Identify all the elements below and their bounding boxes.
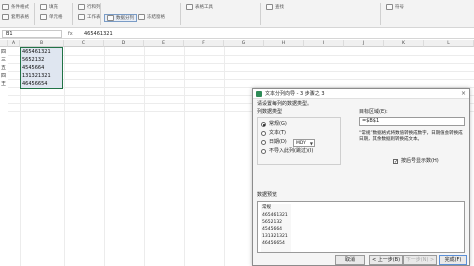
column-type-label: 列数据类型 bbox=[257, 109, 283, 115]
finish-button[interactable]: 完成(F) bbox=[439, 255, 467, 265]
show-numbers-label: 按后号显示数(H) bbox=[401, 158, 439, 164]
ribbon-divider bbox=[380, 3, 381, 25]
ribbon-divider bbox=[180, 3, 181, 25]
preview-row: 465461321 bbox=[262, 213, 288, 218]
formula-input[interactable]: 465461321 bbox=[84, 30, 472, 38]
ribbon-icon bbox=[186, 4, 193, 10]
ribbon-button-10[interactable]: 符号 bbox=[386, 4, 404, 10]
ribbon-button-2[interactable]: 套用表格 bbox=[2, 14, 29, 20]
ribbon-button-8[interactable]: 表格工具 bbox=[186, 4, 213, 10]
dialog-title: 文本分列向导 - 3 步骤之 3 bbox=[265, 91, 325, 97]
text-to-columns-dialog: 文本分列向导 - 3 步骤之 3 × 请设置每列的数据类型。 列数据类型 常规(… bbox=[252, 88, 470, 266]
ribbon-icon bbox=[138, 14, 145, 20]
prev-button[interactable]: < 上一步(B) bbox=[369, 255, 403, 265]
radio-general[interactable] bbox=[261, 122, 266, 127]
ribbon-button-4[interactable]: 单元格 bbox=[40, 14, 63, 20]
table-cell[interactable]: 5652132 bbox=[22, 56, 62, 64]
row-label: 四 bbox=[1, 49, 7, 55]
chevron-down-icon: ▼ bbox=[309, 141, 313, 146]
column-header-h[interactable]: H bbox=[264, 40, 304, 47]
radio-date-label: 日期(D) bbox=[269, 139, 287, 145]
table-cell[interactable]: 465461321 bbox=[22, 48, 62, 56]
row-label: 三 bbox=[1, 57, 7, 63]
cancel-button[interactable]: 取消 bbox=[335, 255, 365, 265]
date-format-select[interactable]: MDY ▼ bbox=[293, 139, 315, 147]
grid-line bbox=[8, 79, 474, 80]
radio-general-label: 常规(G) bbox=[269, 121, 287, 127]
column-header-b[interactable]: B bbox=[20, 40, 64, 47]
column-header-l[interactable]: L bbox=[424, 40, 474, 47]
target-label: 目标区域(E): bbox=[359, 109, 388, 115]
table-cell[interactable]: 46456654 bbox=[22, 80, 62, 88]
dialog-title-bar: 文本分列向导 - 3 步骤之 3 × bbox=[253, 89, 469, 99]
table-cell[interactable]: 131321321 bbox=[22, 72, 62, 80]
column-header-k[interactable]: K bbox=[384, 40, 424, 47]
ribbon-icon bbox=[78, 14, 85, 20]
ribbon-divider bbox=[72, 3, 73, 25]
preview-header: 常规 bbox=[262, 205, 271, 210]
close-icon[interactable]: × bbox=[461, 89, 466, 99]
show-numbers-checkbox[interactable]: ✓ bbox=[393, 159, 398, 165]
corner-header[interactable] bbox=[0, 40, 8, 47]
preview-row: 5652132 bbox=[262, 220, 283, 225]
name-box[interactable]: B1 bbox=[2, 30, 62, 38]
radio-text[interactable] bbox=[261, 131, 266, 136]
column-header-e[interactable]: E bbox=[144, 40, 184, 47]
column-header-j[interactable]: J bbox=[344, 40, 384, 47]
fx-label: fx bbox=[68, 31, 73, 37]
data-preview[interactable]: 常规 465461321 5652132 4545664 131321321 4… bbox=[257, 201, 465, 253]
ribbon-icon bbox=[266, 4, 273, 10]
column-header-c[interactable]: C bbox=[64, 40, 104, 47]
radio-skip[interactable] bbox=[261, 149, 266, 154]
grid-line bbox=[8, 55, 474, 56]
preview-row: 46456654 bbox=[262, 241, 285, 246]
row-label: 五 bbox=[1, 65, 7, 71]
grid-line bbox=[8, 63, 474, 64]
ribbon-divider bbox=[100, 3, 101, 25]
preview-row: 131321321 bbox=[262, 234, 288, 239]
column-header-i[interactable]: I bbox=[304, 40, 344, 47]
table-cell[interactable]: 4545664 bbox=[22, 64, 62, 72]
row-label: 四 bbox=[1, 73, 7, 79]
ribbon-button-3[interactable]: 填充 bbox=[40, 4, 58, 10]
ribbon-icon bbox=[2, 4, 9, 10]
preview-row: 4545664 bbox=[262, 227, 283, 232]
app-icon bbox=[256, 91, 262, 97]
split-column-icon bbox=[107, 15, 114, 21]
formula-bar: B1 fx 465461321 bbox=[0, 29, 474, 39]
next-button[interactable]: 下一步(N) > bbox=[403, 255, 437, 265]
radio-text-label: 文本(T) bbox=[269, 130, 286, 136]
ribbon-divider bbox=[34, 3, 35, 25]
preview-label: 数据预览 bbox=[257, 192, 278, 198]
ribbon-icon bbox=[40, 4, 47, 10]
ribbon-button-selected[interactable]: 数据分列 bbox=[104, 14, 137, 22]
type-description: “常规”数据格式将数值转换成数字，日期值会转换成日期，其余数据则转换成文本。 bbox=[359, 131, 463, 142]
ribbon-icon bbox=[386, 4, 393, 10]
column-header-a[interactable]: A bbox=[8, 40, 20, 47]
column-header-d[interactable]: D bbox=[104, 40, 144, 47]
ribbon-toolbar: 条件格式 套用表格 填充 单元格 行和列 工作表 数据分列 冻结窗格 表格工具 … bbox=[0, 0, 474, 28]
ribbon-icon bbox=[78, 4, 85, 10]
column-header-g[interactable]: G bbox=[224, 40, 264, 47]
ribbon-button-9[interactable]: 查找 bbox=[266, 4, 284, 10]
column-header-f[interactable]: F bbox=[184, 40, 224, 47]
radio-skip-label: 不导入此列(跳过)(I) bbox=[269, 148, 314, 154]
target-input[interactable]: =$B$1 bbox=[359, 117, 465, 126]
row-label: 王 bbox=[1, 81, 7, 87]
dialog-instruction: 请设置每列的数据类型。 bbox=[257, 101, 313, 107]
ribbon-button-1[interactable]: 条件格式 bbox=[2, 4, 29, 10]
grid-line bbox=[8, 71, 474, 72]
ribbon-divider bbox=[260, 3, 261, 25]
ribbon-button-7[interactable]: 冻结窗格 bbox=[138, 14, 165, 20]
ribbon-button-5[interactable]: 行和列 bbox=[78, 4, 101, 10]
radio-date[interactable] bbox=[261, 140, 266, 145]
ribbon-button-6[interactable]: 工作表 bbox=[78, 14, 101, 20]
ribbon-icon bbox=[40, 14, 47, 20]
ribbon-icon bbox=[2, 14, 9, 20]
